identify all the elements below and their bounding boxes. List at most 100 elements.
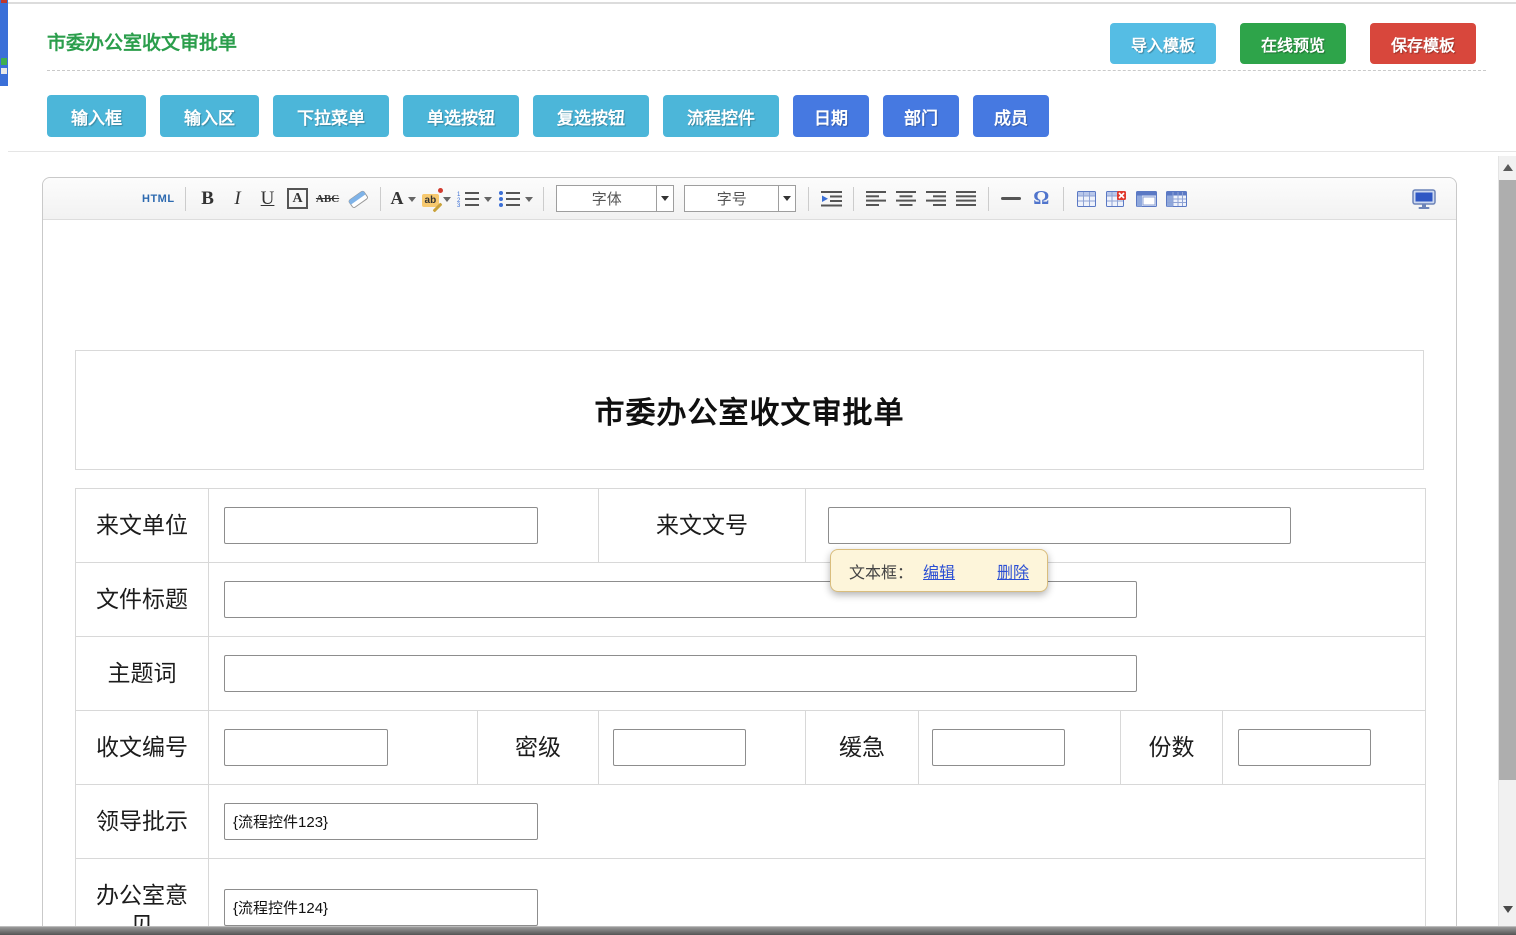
- eraser-icon: [346, 190, 370, 208]
- strikethrough-button[interactable]: ABC: [316, 185, 340, 213]
- align-right-button[interactable]: [924, 185, 948, 213]
- underline-button[interactable]: U: [256, 185, 280, 213]
- receipt-no-label: 收文编号: [76, 711, 209, 785]
- font-family-select[interactable]: 字体: [556, 185, 674, 212]
- html-source-button[interactable]: HTML: [142, 185, 175, 213]
- svg-text:3: 3: [457, 203, 461, 207]
- unordered-list-icon: [498, 190, 521, 207]
- font-color-icon: A: [391, 188, 404, 209]
- vertical-scrollbar[interactable]: [1498, 156, 1516, 926]
- align-center-button[interactable]: [894, 185, 918, 213]
- font-family-dropdown-button[interactable]: [656, 186, 673, 211]
- font-size-select[interactable]: 字号: [684, 185, 796, 212]
- save-template-button[interactable]: 保存模板: [1370, 23, 1476, 64]
- cell-properties-icon: [1166, 191, 1187, 207]
- subject-input[interactable]: [224, 655, 1137, 692]
- component-radio-button[interactable]: 单选按钮: [403, 95, 519, 137]
- unordered-list-button[interactable]: [498, 185, 533, 213]
- component-textarea-button[interactable]: 输入区: [160, 95, 259, 137]
- receipt-no-input[interactable]: [224, 729, 388, 766]
- format-block-button[interactable]: A: [286, 185, 310, 213]
- copies-label: 份数: [1121, 711, 1223, 785]
- editor-canvas[interactable]: 市委办公室收文审批单 来文单位 来文文号 文件标题 主题词 收文编号: [43, 220, 1456, 935]
- fullscreen-button[interactable]: [1412, 185, 1436, 213]
- incoming-unit-input[interactable]: [224, 507, 538, 544]
- chevron-down-icon: [408, 197, 416, 206]
- remove-format-button[interactable]: [346, 185, 370, 213]
- strip-mark: [1, 68, 7, 74]
- horizontal-rule-icon: [1001, 197, 1021, 200]
- window-bottom-edge: [0, 926, 1516, 935]
- table-row: 办公室意见: [76, 859, 1426, 935]
- toolbar-separator: [988, 187, 989, 211]
- component-palette: 输入框 输入区 下拉菜单 单选按钮 复选按钮 流程控件 日期 部门 成员: [47, 95, 1049, 137]
- background-window-strip: [0, 0, 8, 86]
- table-row: 主题词: [76, 637, 1426, 711]
- align-left-button[interactable]: [864, 185, 888, 213]
- component-input-box-button[interactable]: 输入框: [47, 95, 146, 137]
- scroll-up-button[interactable]: [1499, 162, 1516, 171]
- font-color-button[interactable]: A: [391, 185, 416, 213]
- insert-table-button[interactable]: [1074, 185, 1098, 213]
- scrollbar-thumb[interactable]: [1499, 180, 1516, 780]
- page-title: 市委办公室收文审批单: [47, 28, 237, 55]
- component-dropdown-button[interactable]: 下拉菜单: [273, 95, 389, 137]
- toolbar-separator: [853, 187, 854, 211]
- table-properties-button[interactable]: [1134, 185, 1158, 213]
- special-character-button[interactable]: Ω: [1029, 185, 1053, 213]
- online-preview-button[interactable]: 在线预览: [1240, 23, 1346, 64]
- table-icon: [1077, 191, 1096, 207]
- table-properties-icon: [1136, 191, 1157, 207]
- control-tooltip: 文本框： 编辑 删除: [830, 549, 1048, 592]
- incoming-no-input[interactable]: [828, 507, 1291, 544]
- strip-mark: [1, 0, 7, 3]
- highlight-icon: ab: [422, 190, 440, 208]
- chevron-down-icon: [443, 197, 451, 206]
- horizontal-rule-button[interactable]: [999, 185, 1023, 213]
- indent-button[interactable]: [819, 185, 843, 213]
- subject-label: 主题词: [76, 637, 209, 711]
- align-right-icon: [926, 191, 946, 206]
- office-opinion-input[interactable]: [224, 889, 538, 926]
- highlight-color-button[interactable]: ab: [422, 185, 452, 213]
- component-date-button[interactable]: 日期: [793, 95, 869, 137]
- component-checkbox-button[interactable]: 复选按钮: [533, 95, 649, 137]
- header-actions: 导入模板 在线预览 保存模板: [1110, 23, 1476, 64]
- leader-note-label: 领导批示: [76, 785, 209, 859]
- strip-mark: [1, 58, 7, 65]
- form-title: 市委办公室收文审批单: [75, 350, 1424, 470]
- table-row: 领导批示: [76, 785, 1426, 859]
- component-department-button[interactable]: 部门: [883, 95, 959, 137]
- import-template-button[interactable]: 导入模板: [1110, 23, 1216, 64]
- align-left-icon: [866, 191, 886, 206]
- rich-text-editor: HTML B I U A ABC A ab: [42, 177, 1457, 935]
- toolbar-separator: [1063, 187, 1064, 211]
- secrecy-input[interactable]: [613, 729, 746, 766]
- table-row: 来文单位 来文文号: [76, 489, 1426, 563]
- editor-toolbar: HTML B I U A ABC A ab: [43, 178, 1456, 220]
- component-flow-control-button[interactable]: 流程控件: [663, 95, 779, 137]
- office-opinion-label: 办公室意见: [76, 859, 209, 935]
- leader-note-input[interactable]: [224, 803, 538, 840]
- cell-properties-button[interactable]: [1164, 185, 1188, 213]
- tooltip-label: 文本框：: [849, 559, 913, 583]
- font-size-dropdown-button[interactable]: [778, 186, 795, 211]
- align-center-icon: [896, 191, 916, 206]
- table-delete-icon: [1106, 191, 1126, 207]
- urgency-input[interactable]: [932, 729, 1065, 766]
- incoming-unit-label: 来文单位: [76, 489, 209, 563]
- copies-input[interactable]: [1238, 729, 1371, 766]
- align-justify-button[interactable]: [954, 185, 978, 213]
- scroll-down-button[interactable]: [1499, 906, 1516, 918]
- component-member-button[interactable]: 成员: [973, 95, 1049, 137]
- boxed-a-icon: A: [287, 188, 308, 209]
- chevron-down-icon: [783, 196, 791, 205]
- delete-control-link[interactable]: 删除: [997, 559, 1029, 583]
- bold-button[interactable]: B: [196, 185, 220, 213]
- urgency-label: 缓急: [806, 711, 919, 785]
- monitor-icon: [1412, 189, 1436, 209]
- italic-button[interactable]: I: [226, 185, 250, 213]
- delete-table-button[interactable]: [1104, 185, 1128, 213]
- edit-control-link[interactable]: 编辑: [923, 559, 955, 583]
- ordered-list-button[interactable]: 1 2 3: [457, 185, 492, 213]
